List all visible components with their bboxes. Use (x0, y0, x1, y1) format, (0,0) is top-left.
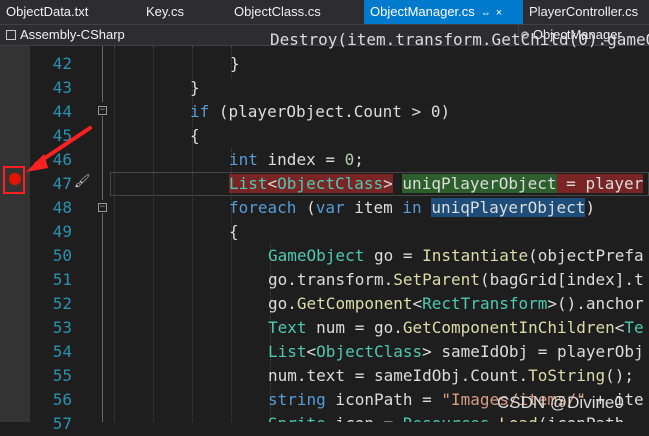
type-name: ObjectClass (316, 342, 423, 361)
code-text: { (229, 222, 239, 241)
tab-label: PlayerController.cs (529, 4, 639, 19)
code-text: ; (354, 150, 364, 169)
collapse-icon[interactable]: − (98, 203, 107, 212)
code-text: (objectPrefa (528, 246, 644, 265)
tab-label: Key.cs (146, 4, 185, 19)
code-line-54[interactable]: List<ObjectClass> sameIdObj = playerObj (110, 340, 649, 364)
type-name: Te (624, 318, 644, 337)
quick-action-wrench-icon[interactable]: 🖌 (74, 174, 91, 189)
number-literal: 0 (344, 150, 355, 169)
variable-highlight: uniqPlayerObject (431, 198, 586, 217)
line-number: 56 (52, 390, 72, 409)
code-text: go.transform. (268, 270, 394, 289)
type-name: List (229, 174, 268, 193)
code-text: Destroy(item.transform.GetChild(0).gameO (270, 30, 649, 49)
type-name: Sprite (268, 414, 326, 422)
code-line-45[interactable]: { (110, 124, 649, 148)
code-text: < (267, 174, 278, 193)
tab-key-cs[interactable]: Key.cs (140, 0, 225, 24)
code-text: (bagGrid[index].t (479, 270, 644, 289)
method-name: GetComponent (296, 294, 413, 313)
code-line-43[interactable]: } (110, 76, 649, 100)
code-text: (); (605, 366, 635, 385)
code-line-53[interactable]: Text num = go.GetComponentInChildren<Te (110, 316, 649, 340)
line-number: 53 (52, 318, 72, 337)
type-name: Resources (403, 414, 490, 422)
watermark: CSDN @Divine0 (497, 393, 624, 412)
code-text: . (490, 414, 500, 422)
code-text: > (383, 174, 393, 193)
code-text: = player (556, 174, 644, 193)
line-number: 55 (52, 366, 72, 385)
annotation-arrow-icon (26, 126, 92, 172)
method-name: ToString (528, 366, 606, 385)
type-name: List (268, 342, 307, 361)
code-line-55[interactable]: num.text = sameIdObj.Count.ToString(); (110, 364, 649, 388)
tab-objectmanager-cs[interactable]: ObjectManager.cs ⇔ × (364, 0, 523, 24)
code-text: } (230, 54, 240, 73)
type-name: Text (268, 318, 307, 337)
code-line-57[interactable]: Sprite icon = Resources.Load(iconPath (110, 412, 649, 422)
pin-icon[interactable]: ⇔ (481, 8, 491, 19)
code-text: go. (268, 294, 297, 313)
code-text: < (412, 294, 423, 313)
code-text: ) (585, 198, 596, 217)
method-name: Instantiate (422, 246, 529, 265)
method-name: SetParent (393, 270, 480, 289)
code-text: { (190, 126, 200, 145)
close-icon[interactable]: × (496, 7, 502, 19)
type-name: ObjectClass (277, 174, 384, 193)
code-text: iconPath = (325, 390, 442, 409)
keyword: string (268, 390, 326, 409)
code-text: num.text = sameIdObj.Count. (268, 366, 529, 385)
code-line-48[interactable]: foreach (var item in uniqPlayerObject) (110, 196, 649, 220)
code-line-42[interactable]: } (110, 52, 649, 76)
code-line-50[interactable]: GameObject go = Instantiate(objectPrefa (110, 244, 649, 268)
tab-label: ObjectManager.cs (370, 4, 475, 19)
code-text: < (306, 342, 317, 361)
keyword: in (402, 198, 422, 217)
code-text: index = (257, 150, 345, 169)
code-text: num = go. (306, 318, 403, 337)
variable-highlight: uniqPlayerObject (402, 174, 557, 193)
code-text: > sameIdObj = playerObj (422, 342, 644, 361)
keyword: var (315, 198, 345, 217)
tab-label: ObjectClass.cs (234, 4, 321, 19)
code-line-52[interactable]: go.GetComponent<RectTransform>().anchor (110, 292, 649, 316)
code-line-46[interactable]: int index = 0; (110, 148, 649, 172)
keyword: if (190, 102, 210, 121)
code-line-41[interactable]: Destroy(item.transform.GetChild(0).gameO (110, 28, 649, 52)
code-line-49[interactable]: { (110, 220, 649, 244)
line-number: 51 (52, 270, 72, 289)
code-text: } (190, 78, 200, 97)
code-text: < (614, 318, 625, 337)
type-name: GameObject (268, 246, 365, 265)
method-name: Load (499, 414, 538, 422)
code-line-51[interactable]: go.transform.SetParent(bagGrid[index].t (110, 268, 649, 292)
line-number: 50 (52, 246, 72, 265)
keyword: foreach (229, 198, 297, 217)
code-text: (playerObject.Count > 0) (209, 102, 451, 121)
code-text: (iconPath (538, 414, 625, 422)
code-line-44[interactable]: if (playerObject.Count > 0) (110, 100, 649, 124)
line-number: 49 (52, 222, 72, 241)
line-number: 57 (52, 414, 72, 433)
code-text: icon = (326, 414, 403, 422)
code-text: go = (364, 246, 423, 265)
tab-objectclass-cs[interactable]: ObjectClass.cs (228, 0, 358, 24)
code-line-47[interactable]: List<ObjectClass> uniqPlayerObject = pla… (110, 172, 649, 196)
type-name: RectTransform (422, 294, 548, 313)
code-text: ( (296, 198, 316, 217)
tab-playercontroller-cs[interactable]: PlayerController.cs (523, 0, 649, 24)
keyword: int (229, 150, 258, 169)
outline-guide (102, 213, 103, 422)
line-number: 54 (52, 342, 72, 361)
line-number: 52 (52, 294, 72, 313)
method-name: GetComponentInChildren (402, 318, 615, 337)
code-text: item (344, 198, 403, 217)
code-text: >().anchor (547, 294, 644, 313)
